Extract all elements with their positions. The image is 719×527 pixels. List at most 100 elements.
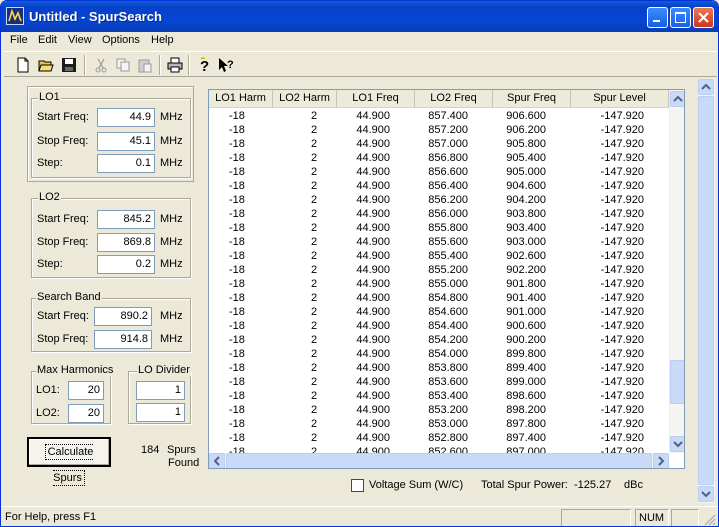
window-vertical-scrollbar[interactable] (698, 79, 715, 503)
table-cell: 897.400 (506, 432, 546, 444)
lo1-step-input[interactable]: 0.1 (97, 154, 155, 173)
table-row[interactable]: -18 2 44.900 857.400 906.600 -147.920 (209, 109, 669, 123)
minimize-button[interactable] (647, 7, 668, 28)
table-horizontal-scrollbar[interactable] (209, 453, 669, 468)
table-row[interactable]: -18 2 44.900 856.800 905.400 -147.920 (209, 151, 669, 165)
horizontal-scroll-thumb[interactable] (226, 453, 652, 468)
col-spur-freq[interactable]: Spur Freq (493, 90, 571, 108)
table-row[interactable]: -18 2 44.900 852.600 897.000 -147.920 (209, 445, 669, 453)
close-button[interactable] (693, 7, 714, 28)
new-button[interactable] (12, 54, 34, 76)
table-cell: 856.200 (428, 194, 468, 206)
table-cell: 902.200 (506, 264, 546, 276)
table-vertical-scrollbar[interactable] (669, 90, 684, 453)
table-cell: -147.920 (600, 404, 644, 416)
window-scroll-up-button[interactable] (698, 79, 714, 95)
table-row[interactable]: -18 2 44.900 852.800 897.400 -147.920 (209, 431, 669, 445)
help-button[interactable]: ? (193, 54, 215, 76)
table-row[interactable]: -18 2 44.900 857.000 905.800 -147.920 (209, 137, 669, 151)
print-button[interactable] (164, 54, 186, 76)
table-row[interactable]: -18 2 44.900 855.200 902.200 -147.920 (209, 263, 669, 277)
menu-edit[interactable]: Edit (38, 34, 57, 46)
scroll-up-button[interactable] (670, 91, 684, 107)
table-cell: 44.900 (356, 264, 390, 276)
col-lo1-freq[interactable]: LO1 Freq (337, 90, 415, 108)
table-cell: 2 (311, 180, 318, 192)
harm-lo2-input[interactable]: 20 (68, 404, 104, 423)
scroll-right-button[interactable] (653, 453, 669, 468)
copy-button[interactable] (112, 54, 134, 76)
table-row[interactable]: -18 2 44.900 853.800 899.400 -147.920 (209, 361, 669, 375)
save-button[interactable] (58, 54, 80, 76)
table-cell: 2 (311, 418, 318, 430)
table-row[interactable]: -18 2 44.900 854.200 900.200 -147.920 (209, 333, 669, 347)
table-cell: 902.600 (506, 250, 546, 262)
app-window: Untitled - SpurSearch File Edit View Opt… (0, 0, 719, 527)
lo1-stop-input[interactable]: 45.1 (97, 132, 155, 151)
col-spur-level[interactable]: Spur Level (571, 90, 669, 108)
spur-table[interactable]: LO1 Harm LO2 Harm LO1 Freq LO2 Freq Spur… (208, 89, 685, 469)
col-lo1-harm[interactable]: LO1 Harm (209, 90, 273, 108)
context-help-button[interactable]: ? (215, 54, 237, 76)
table-row[interactable]: -18 2 44.900 855.800 903.400 -147.920 (209, 221, 669, 235)
table-row[interactable]: -18 2 44.900 854.400 900.600 -147.920 (209, 319, 669, 333)
scroll-down-button[interactable] (670, 436, 684, 452)
table-cell: 44.900 (356, 376, 390, 388)
table-row[interactable]: -18 2 44.900 855.000 901.800 -147.920 (209, 277, 669, 291)
menu-view[interactable]: View (68, 34, 92, 46)
voltage-sum-label[interactable]: Voltage Sum (W/C) (369, 479, 463, 491)
col-lo2-freq[interactable]: LO2 Freq (415, 90, 493, 108)
table-row[interactable]: -18 2 44.900 854.600 901.000 -147.920 (209, 305, 669, 319)
harm-lo1-input[interactable]: 20 (68, 381, 104, 400)
table-row[interactable]: -18 2 44.900 855.600 903.000 -147.920 (209, 235, 669, 249)
calculate-spurs-button[interactable]: Calculate Spurs (27, 437, 111, 486)
resize-grip-icon[interactable] (704, 514, 716, 526)
table-row[interactable]: -18 2 44.900 856.400 904.600 -147.920 (209, 179, 669, 193)
lo2-start-input[interactable]: 845.2 (97, 210, 155, 229)
menu-help[interactable]: Help (151, 34, 174, 46)
table-row[interactable]: -18 2 44.900 853.200 898.200 -147.920 (209, 403, 669, 417)
table-cell: -147.920 (600, 292, 644, 304)
table-cell: -147.920 (600, 418, 644, 430)
table-cell: 853.400 (428, 390, 468, 402)
table-row[interactable]: -18 2 44.900 856.000 903.800 -147.920 (209, 207, 669, 221)
window-scroll-thumb[interactable] (698, 96, 714, 485)
voltage-sum-checkbox[interactable] (351, 479, 364, 492)
maximize-button[interactable] (670, 7, 691, 28)
table-cell: 853.600 (428, 376, 468, 388)
divider-lo1-input[interactable]: 1 (136, 381, 185, 400)
band-start-input[interactable]: 890.2 (94, 307, 152, 326)
menu-file[interactable]: File (10, 34, 28, 46)
scroll-left-button[interactable] (209, 453, 225, 468)
open-button[interactable] (35, 54, 57, 76)
menu-options[interactable]: Options (102, 34, 140, 46)
lo1-start-input[interactable]: 44.9 (97, 108, 155, 127)
table-cell: 853.000 (428, 418, 468, 430)
paste-button[interactable] (134, 54, 156, 76)
lo2-stop-input[interactable]: 869.8 (97, 233, 155, 252)
close-icon (698, 12, 709, 23)
table-row[interactable]: -18 2 44.900 854.000 899.800 -147.920 (209, 347, 669, 361)
table-row[interactable]: -18 2 44.900 855.400 902.600 -147.920 (209, 249, 669, 263)
table-cell: 853.800 (428, 362, 468, 374)
title-bar[interactable]: Untitled - SpurSearch (1, 1, 718, 32)
vertical-scroll-thumb[interactable] (670, 360, 684, 404)
cut-button[interactable] (90, 54, 112, 76)
table-cell: 44.900 (356, 236, 390, 248)
max-harmonics-title: Max Harmonics (36, 364, 115, 376)
col-lo2-harm[interactable]: LO2 Harm (273, 90, 337, 108)
table-row[interactable]: -18 2 44.900 856.200 904.200 -147.920 (209, 193, 669, 207)
lo2-step-input[interactable]: 0.2 (97, 255, 155, 274)
table-row[interactable]: -18 2 44.900 854.800 901.400 -147.920 (209, 291, 669, 305)
toolbar: ? ? (4, 51, 717, 77)
divider-lo2-input[interactable]: 1 (136, 403, 185, 422)
table-row[interactable]: -18 2 44.900 853.600 899.000 -147.920 (209, 375, 669, 389)
table-cell: 2 (311, 432, 318, 444)
table-row[interactable]: -18 2 44.900 853.000 897.800 -147.920 (209, 417, 669, 431)
table-row[interactable]: -18 2 44.900 857.200 906.200 -147.920 (209, 123, 669, 137)
open-icon (38, 60, 54, 72)
table-row[interactable]: -18 2 44.900 856.600 905.000 -147.920 (209, 165, 669, 179)
window-scroll-down-button[interactable] (698, 486, 714, 502)
band-stop-input[interactable]: 914.8 (94, 330, 152, 349)
table-row[interactable]: -18 2 44.900 853.400 898.600 -147.920 (209, 389, 669, 403)
